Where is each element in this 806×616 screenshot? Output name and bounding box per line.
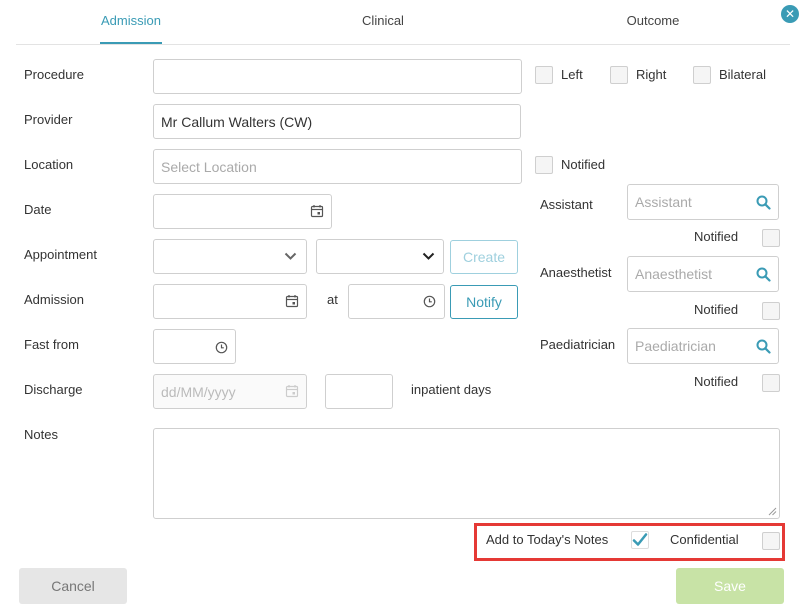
date-input[interactable] xyxy=(153,194,332,229)
calendar-icon xyxy=(285,385,299,398)
resize-handle-icon[interactable] xyxy=(768,507,777,516)
tab-admission[interactable]: Admission xyxy=(86,0,176,44)
chevron-down-icon xyxy=(284,252,297,260)
search-icon[interactable] xyxy=(756,339,771,354)
assistant-notified-label: Notified xyxy=(694,229,739,244)
anaesthetist-notified-checkbox[interactable] xyxy=(762,302,780,320)
discharge-date-input[interactable]: dd/MM/yyyy xyxy=(153,374,307,409)
location-notified-checkbox[interactable] xyxy=(535,156,553,174)
tab-clinical[interactable]: Clinical xyxy=(338,0,428,44)
search-icon[interactable] xyxy=(756,195,771,210)
calendar-icon[interactable] xyxy=(310,204,324,218)
admission-date-input[interactable] xyxy=(153,284,307,319)
provider-input[interactable]: Mr Callum Walters (CW) xyxy=(153,104,521,139)
right-checkbox[interactable] xyxy=(610,66,628,84)
clock-icon[interactable] xyxy=(215,341,228,354)
cancel-button[interactable]: Cancel xyxy=(19,568,127,604)
notify-button[interactable]: Notify xyxy=(450,285,518,319)
left-label: Left xyxy=(561,67,583,82)
close-icon[interactable]: ✕ xyxy=(781,5,799,23)
assistant-label: Assistant xyxy=(540,197,593,212)
discharge-label: Discharge xyxy=(24,382,83,397)
admission-label: Admission xyxy=(24,292,84,307)
bilateral-checkbox[interactable] xyxy=(693,66,711,84)
appointment-label: Appointment xyxy=(24,247,97,262)
procedure-label: Procedure xyxy=(24,67,84,82)
inpatient-days-input[interactable] xyxy=(325,374,393,409)
date-label: Date xyxy=(24,202,52,217)
search-icon[interactable] xyxy=(756,267,771,282)
fast-from-label: Fast from xyxy=(24,337,79,352)
paediatrician-label: Paediatrician xyxy=(540,337,616,352)
create-button[interactable]: Create xyxy=(450,240,518,274)
paediatrician-notified-checkbox[interactable] xyxy=(762,374,780,392)
admission-at-label: at xyxy=(327,292,338,307)
location-label: Location xyxy=(24,157,74,172)
bilateral-label: Bilateral xyxy=(719,67,766,82)
anaesthetist-label: Anaesthetist xyxy=(540,265,612,280)
notes-textarea[interactable] xyxy=(153,428,780,519)
procedure-input[interactable] xyxy=(153,59,522,94)
paediatrician-notified-label: Notified xyxy=(694,374,739,389)
calendar-icon[interactable] xyxy=(285,294,299,308)
anaesthetist-notified-label: Notified xyxy=(694,302,739,317)
location-notified-label: Notified xyxy=(561,157,606,172)
notes-label: Notes xyxy=(24,427,58,442)
inpatient-days-label: inpatient days xyxy=(411,382,492,397)
assistant-notified-checkbox[interactable] xyxy=(762,229,780,247)
save-button[interactable]: Save xyxy=(676,568,784,604)
provider-label: Provider xyxy=(24,112,73,127)
tab-outcome[interactable]: Outcome xyxy=(608,0,698,44)
location-select[interactable]: Select Location xyxy=(153,149,522,184)
right-label: Right xyxy=(636,67,667,82)
left-checkbox[interactable] xyxy=(535,66,553,84)
highlight-box xyxy=(474,523,785,561)
clock-icon[interactable] xyxy=(423,295,436,308)
tab-divider xyxy=(16,44,790,45)
chevron-down-icon xyxy=(422,252,435,260)
